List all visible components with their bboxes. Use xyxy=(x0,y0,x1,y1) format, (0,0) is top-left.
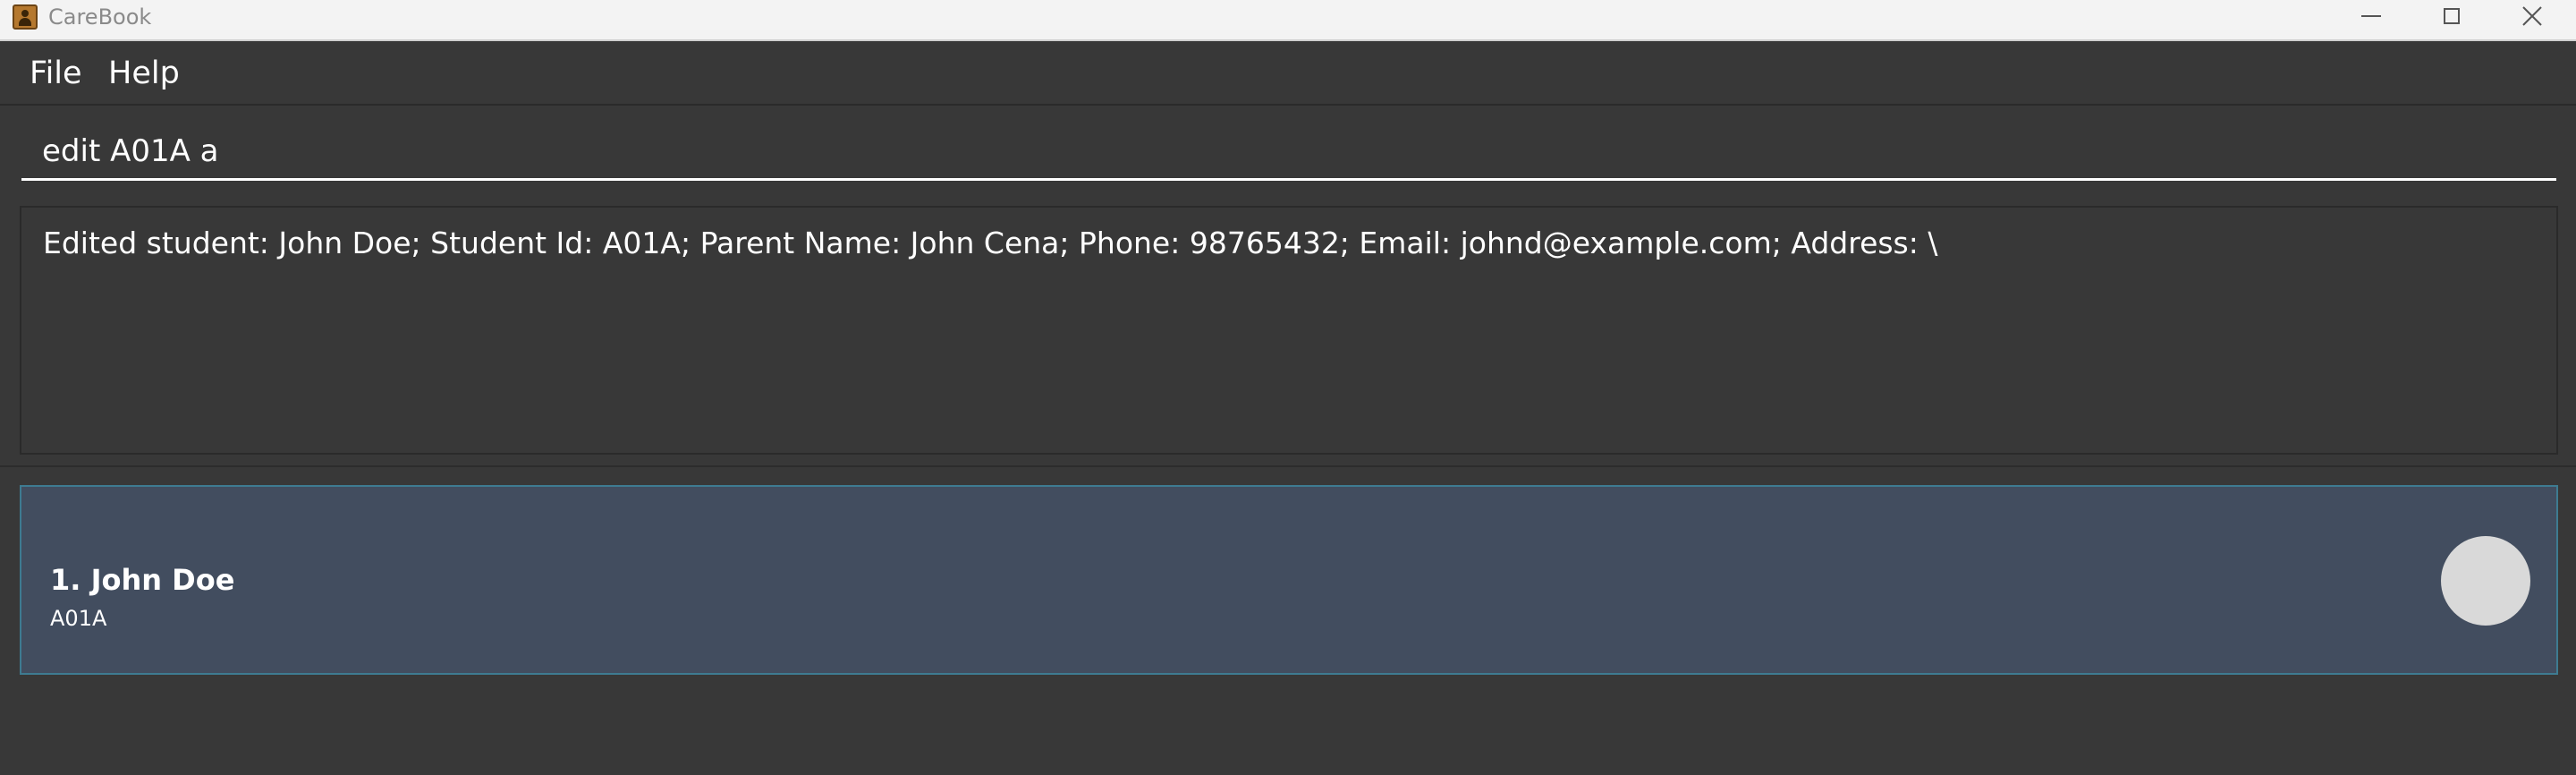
command-input[interactable] xyxy=(21,123,2556,181)
student-id: A01A xyxy=(50,606,107,631)
carebook-window: CareBook File Help Edited student: John … xyxy=(0,0,2576,775)
student-list: 1. John Doe A01A xyxy=(0,469,2576,775)
close-button[interactable] xyxy=(2492,0,2572,32)
divider xyxy=(0,465,2576,467)
app-icon xyxy=(13,4,38,30)
student-card[interactable]: 1. John Doe A01A xyxy=(20,485,2558,675)
window-title: CareBook xyxy=(48,4,152,30)
menu-help[interactable]: Help xyxy=(108,54,180,93)
minimize-button[interactable] xyxy=(2331,0,2411,32)
maximize-icon xyxy=(2444,8,2460,24)
close-icon xyxy=(2522,6,2542,26)
menu-file[interactable]: File xyxy=(30,54,82,93)
maximize-button[interactable] xyxy=(2411,0,2492,32)
result-display[interactable]: Edited student: John Doe; Student Id: A0… xyxy=(20,206,2558,455)
student-name: 1. John Doe xyxy=(50,563,235,597)
avatar xyxy=(2441,536,2530,626)
title-bar[interactable]: CareBook xyxy=(0,0,2576,41)
menu-bar: File Help xyxy=(0,41,2576,106)
minimize-icon xyxy=(2361,15,2381,17)
result-message: Edited student: John Doe; Student Id: A0… xyxy=(43,226,1938,260)
command-box-container xyxy=(0,106,2576,195)
